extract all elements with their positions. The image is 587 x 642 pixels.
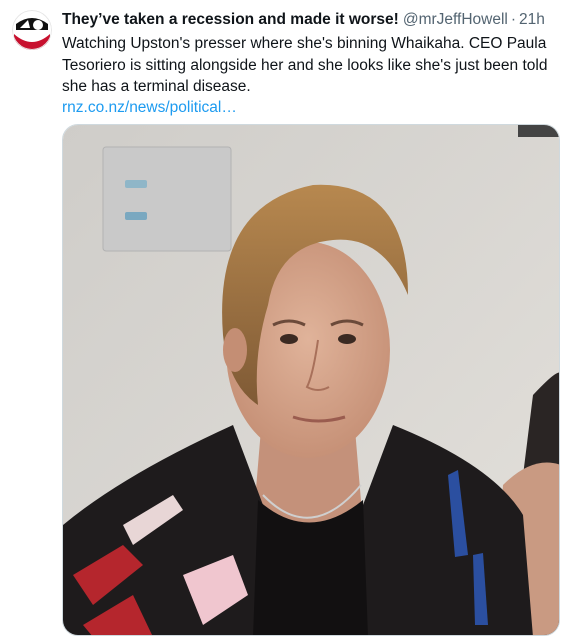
- tweet-text: Watching Upston's presser where she's bi…: [62, 35, 548, 95]
- display-name[interactable]: They’ve taken a recession and made it wo…: [62, 10, 399, 30]
- tweet-header: They’ve taken a recession and made it wo…: [62, 10, 574, 30]
- photo-image: [63, 125, 559, 635]
- user-handle[interactable]: @mrJeffHowell: [403, 10, 508, 30]
- tweet[interactable]: They’ve taken a recession and made it wo…: [0, 0, 587, 642]
- timestamp[interactable]: 21h: [519, 10, 545, 30]
- tweet-body: They’ve taken a recession and made it wo…: [62, 10, 574, 118]
- media-photo[interactable]: [62, 124, 560, 636]
- article-link[interactable]: rnz.co.nz/news/political…: [62, 98, 574, 118]
- separator-dot: ·: [510, 11, 517, 28]
- avatar-logo-icon: [12, 10, 52, 50]
- avatar[interactable]: [12, 10, 52, 50]
